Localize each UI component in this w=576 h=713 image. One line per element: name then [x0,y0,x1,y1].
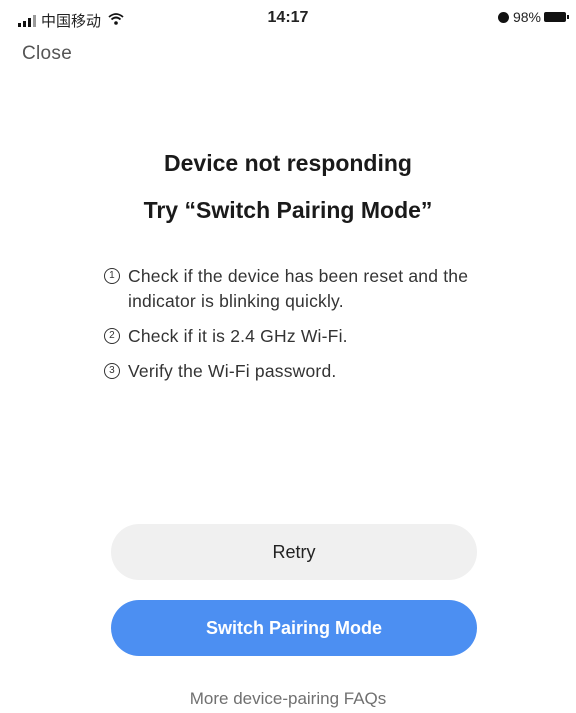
battery-icon [544,12,569,22]
retry-button[interactable]: Retry [111,524,477,580]
step-number-icon: 3 [104,363,120,379]
page-title: Device not responding [164,150,412,176]
status-bar: 中国移动 14:17 98% [0,0,576,36]
switch-pairing-mode-button[interactable]: Switch Pairing Mode [111,600,477,656]
pairing-faq-link[interactable]: More device-pairing FAQs [0,689,576,709]
step-text: Check if it is 2.4 GHz Wi-Fi. [128,326,348,346]
step-item: 1 Check if the device has been reset and… [104,264,474,314]
step-number-icon: 1 [104,268,120,284]
status-right: 98% [497,9,569,25]
step-text: Check if the device has been reset and t… [128,266,469,311]
status-time: 14:17 [267,9,309,26]
alarm-icon [497,11,509,23]
step-item: 3 Verify the Wi-Fi password. [104,359,474,384]
close-button[interactable]: Close [22,43,72,65]
battery-percent: 98% [512,9,541,25]
step-text: Verify the Wi-Fi password. [128,361,337,381]
step-item: 2 Check if it is 2.4 GHz Wi-Fi. [104,324,474,349]
step-number-icon: 2 [104,328,120,344]
troubleshoot-steps: 1 Check if the device has been reset and… [104,264,474,394]
page-subtitle: Try “Switch Pairing Mode” [143,197,433,223]
